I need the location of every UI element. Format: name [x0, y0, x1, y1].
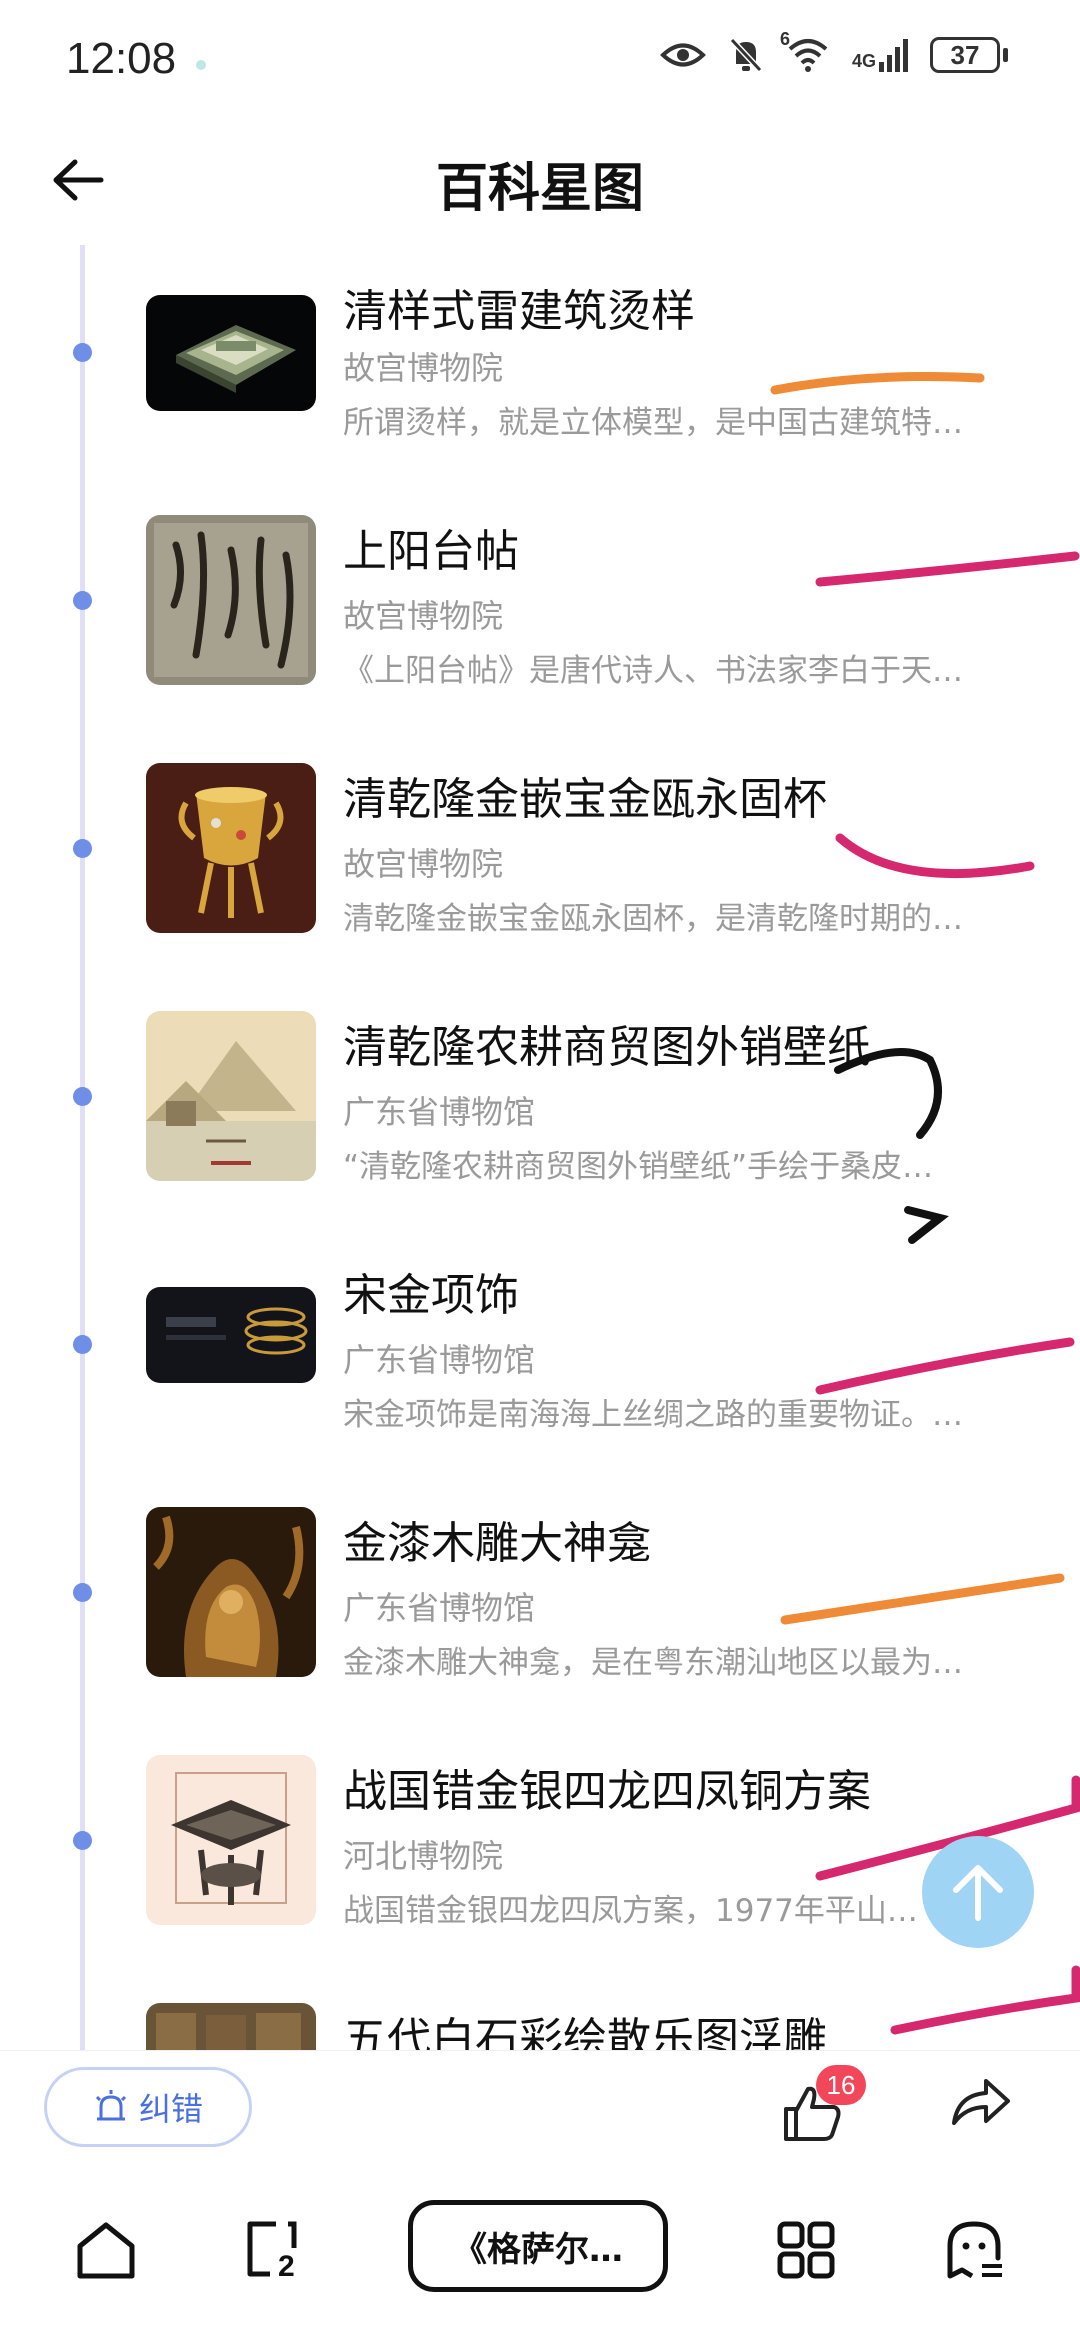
timeline-dot [73, 839, 92, 858]
list-item[interactable]: 上阳台帖 故宫博物院 《上阳台帖》是唐代诗人、书法家李白于天… [0, 493, 1080, 741]
item-title: 清乾隆农耕商贸图外销壁纸 [343, 1022, 871, 1073]
item-title: 清样式雷建筑烫样 [343, 286, 695, 337]
item-museum: 广东省博物馆 [343, 1093, 536, 1131]
eye-icon [660, 43, 706, 67]
home-icon [77, 2222, 135, 2279]
mute-bell-icon [729, 37, 763, 73]
arrow-up-icon [953, 1865, 1003, 1921]
apps-button[interactable] [766, 2210, 846, 2290]
item-thumbnail [146, 763, 316, 933]
battery-level: 37 [930, 37, 1000, 73]
item-museum: 故宫博物院 [343, 845, 504, 883]
timeline-dot [73, 591, 92, 610]
item-description: “清乾隆农耕商贸图外销壁纸”手绘于桑皮… [343, 1149, 934, 1185]
share-button[interactable] [948, 2073, 1024, 2149]
timeline-dot [73, 343, 92, 362]
report-label: 纠错 [138, 2090, 203, 2128]
item-description: 宋金项饰是南海海上丝绸之路的重要物证。… [343, 1397, 963, 1433]
list-item[interactable]: 清样式雷建筑烫样 故宫博物院 所谓烫样，就是立体模型，是中国古建筑特… [0, 245, 1080, 493]
grid-icon [777, 2221, 835, 2279]
cell-signal: 4G [852, 38, 908, 72]
item-museum: 广东省博物馆 [343, 1589, 536, 1627]
list-item[interactable]: 五代白石彩绘散乐图浮雕 [0, 1981, 1080, 2050]
battery-indicator: 37 [930, 37, 1008, 73]
current-tab-button[interactable]: 《格萨尔… [408, 2200, 668, 2292]
timeline-list[interactable]: 清样式雷建筑烫样 故宫博物院 所谓烫样，就是立体模型，是中国古建筑特… 上阳台帖… [0, 245, 1080, 2050]
like-count-badge: 16 [816, 2065, 866, 2105]
item-description: 金漆木雕大神龛，是在粤东潮汕地区以最为… [343, 1645, 963, 1681]
profile-button[interactable] [934, 2210, 1014, 2290]
action-bar: 纠错 16 [0, 2050, 1080, 2160]
report-error-button[interactable]: 纠错 [44, 2067, 252, 2147]
scroll-top-button[interactable] [922, 1836, 1034, 1948]
timeline-dot [73, 1087, 92, 1106]
ghost-profile-icon [947, 2221, 1002, 2279]
item-thumbnail [146, 1287, 316, 1383]
item-thumbnail [146, 515, 316, 685]
like-button[interactable]: 16 [776, 2065, 866, 2151]
signal-icon [879, 39, 908, 72]
network-type: 4G [851, 51, 876, 71]
wifi-indicator: 6 [780, 29, 830, 73]
status-icons: 6 4G 37 [660, 29, 1008, 74]
item-title: 战国错金银四龙四凤铜方案 [343, 1766, 871, 1817]
item-title: 五代白石彩绘散乐图浮雕 [343, 2014, 827, 2050]
item-museum: 故宫博物院 [343, 349, 504, 387]
battery-tip [1003, 48, 1008, 62]
item-museum: 故宫博物院 [343, 597, 504, 635]
list-item[interactable]: 宋金项饰 广东省博物馆 宋金项饰是南海海上丝绸之路的重要物证。… [0, 1237, 1080, 1485]
item-description: 所谓烫样，就是立体模型，是中国古建筑特… [343, 405, 963, 441]
home-button[interactable] [66, 2210, 146, 2290]
status-time: 12:08 [66, 34, 177, 83]
tabs-button[interactable]: 2 [232, 2210, 312, 2290]
timeline-dot [73, 1831, 92, 1850]
header: 百科星图 [0, 120, 1080, 240]
item-thumbnail [146, 1755, 316, 1925]
item-description: 《上阳台帖》是唐代诗人、书法家李白于天… [343, 653, 963, 689]
item-title: 上阳台帖 [343, 526, 519, 577]
timeline-dot [73, 1335, 92, 1354]
tab-count: 2 [278, 2250, 295, 2283]
item-title: 清乾隆金嵌宝金瓯永固杯 [343, 774, 827, 825]
list-item[interactable]: 清乾隆农耕商贸图外销壁纸 广东省博物馆 “清乾隆农耕商贸图外销壁纸”手绘于桑皮… [0, 989, 1080, 1237]
wifi-badge: 6 [779, 29, 790, 49]
item-thumbnail [146, 295, 316, 411]
notification-dot [196, 60, 206, 70]
list-item[interactable]: 清乾隆金嵌宝金瓯永固杯 故宫博物院 清乾隆金嵌宝金瓯永固杯，是清乾隆时期的… [0, 741, 1080, 989]
alarm-icon [95, 2090, 127, 2121]
bottom-nav: 2 《格萨尔… [0, 2160, 1080, 2340]
item-thumbnail [146, 2003, 316, 2050]
item-thumbnail [146, 1507, 316, 1677]
timeline-dot [73, 1583, 92, 1602]
item-description: 战国错金银四龙四凤方案，1977年平山… [343, 1893, 918, 1929]
status-bar: 12:08 6 4G 37 [0, 0, 1080, 120]
item-title: 宋金项饰 [343, 1270, 519, 1321]
share-icon [952, 2079, 1010, 2125]
list-item[interactable]: 战国错金银四龙四凤铜方案 河北博物院 战国错金银四龙四凤方案，1977年平山… [0, 1733, 1080, 1981]
item-museum: 河北博物院 [343, 1837, 504, 1875]
item-thumbnail [146, 1011, 316, 1181]
item-description: 清乾隆金嵌宝金瓯永固杯，是清乾隆时期的… [343, 901, 963, 937]
page-title: 百科星图 [435, 159, 644, 219]
wifi-icon [788, 39, 828, 72]
item-museum: 广东省博物馆 [343, 1341, 536, 1379]
list-item[interactable]: 金漆木雕大神龛 广东省博物馆 金漆木雕大神龛，是在粤东潮汕地区以最为… [0, 1485, 1080, 1733]
item-title: 金漆木雕大神龛 [343, 1518, 651, 1569]
